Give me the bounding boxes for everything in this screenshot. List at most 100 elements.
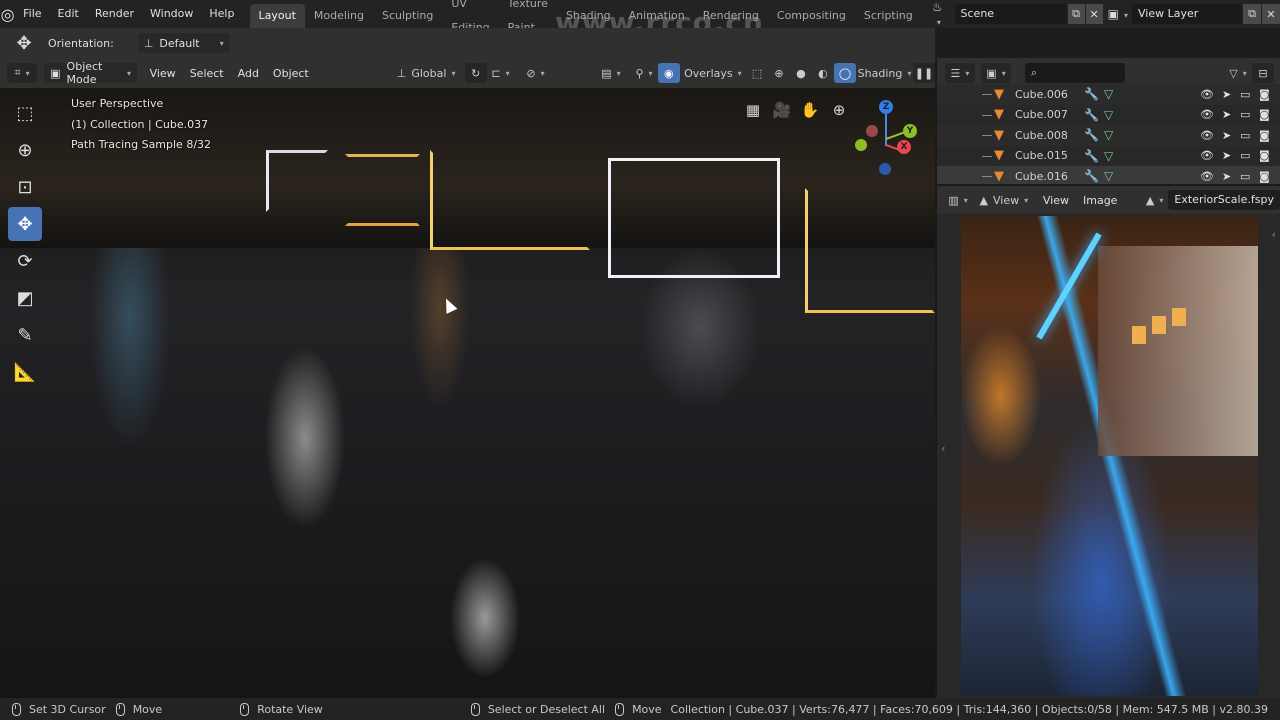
view-layer-selector[interactable]: ▣ ▾ View Layer ⧉ ✕ <box>1108 4 1280 24</box>
gizmo-axis-x[interactable]: X <box>897 140 911 154</box>
selectable-arrow-icon[interactable]: ➤ <box>1222 149 1231 162</box>
move-tool[interactable]: ✥ <box>8 207 42 241</box>
viewport-monitor-icon[interactable]: ▭ <box>1240 88 1250 101</box>
wireframe-shading-button[interactable]: ⊕ <box>768 63 790 83</box>
measure-tool[interactable]: 📐 <box>8 355 42 389</box>
tab-sculpting[interactable]: Sculpting <box>373 4 442 28</box>
viewport-monitor-icon[interactable]: ▭ <box>1240 129 1250 142</box>
mesh-data-icon[interactable]: ▽ <box>1104 128 1113 142</box>
overlays-dropdown[interactable]: Overlays ▾ <box>680 63 746 83</box>
object-name[interactable]: Cube.016 <box>1015 170 1068 183</box>
cursor-tool[interactable]: ⊕ <box>8 133 42 167</box>
delete-view-layer-button[interactable]: ✕ <box>1262 4 1280 24</box>
transform-orientation-dropdown[interactable]: ⊥ Global ▾ <box>393 63 459 83</box>
menu-object[interactable]: Object <box>266 67 316 80</box>
modifier-wrench-icon[interactable]: 🔧 <box>1084 128 1099 142</box>
modifier-wrench-icon[interactable]: 🔧 <box>1084 149 1099 163</box>
image-editor-canvas[interactable]: ‹ ‹ <box>937 214 1280 698</box>
tab-compositing[interactable]: Compositing <box>768 4 855 28</box>
viewport-monitor-icon[interactable]: ▭ <box>1240 108 1250 121</box>
outliner-row[interactable]: ▼ Cube.007 🔧 ▽ 👁 ➤ ▭ ◙ <box>937 105 1280 126</box>
menu-view[interactable]: View <box>1036 194 1076 207</box>
scene-name-field[interactable]: Scene <box>954 4 1067 24</box>
collapse-region-arrow-icon[interactable]: ‹ <box>941 442 945 455</box>
proportional-edit-button[interactable]: ⊘ ▾ <box>522 63 550 83</box>
image-editor-type-button[interactable]: ▥ ▾ <box>944 190 971 210</box>
display-mode-button[interactable]: ▣ ▾ <box>981 63 1011 83</box>
modifier-wrench-icon[interactable]: 🔧 <box>1084 169 1099 183</box>
delete-scene-button[interactable]: ✕ <box>1085 4 1103 24</box>
outliner-row[interactable]: ▼ Cube.015 🔧 ▽ 👁 ➤ ▭ ◙ <box>937 146 1280 167</box>
object-name[interactable]: Cube.006 <box>1015 88 1068 101</box>
object-name[interactable]: Cube.015 <box>1015 149 1068 162</box>
menu-view[interactable]: View <box>143 67 183 80</box>
duplicate-view-layer-button[interactable]: ⧉ <box>1243 4 1261 24</box>
outliner-search-input[interactable]: ⌕ <box>1025 63 1125 83</box>
new-collection-button[interactable]: ⊟ <box>1252 63 1274 83</box>
outliner-row[interactable]: ▼ Cube.006 🔧 ▽ 👁 ➤ ▭ ◙ <box>937 84 1280 105</box>
camera-view-icon[interactable]: 🎥 <box>771 101 793 119</box>
tab-modeling[interactable]: Modeling <box>305 4 373 28</box>
scene-selector[interactable]: ♨▾ Scene ⧉ ✕ <box>932 0 1103 27</box>
image-view-mode-dropdown[interactable]: ▲ View ▾ <box>975 190 1032 210</box>
gizmo-axis-neg-y[interactable] <box>855 139 867 151</box>
orientation-dropdown[interactable]: ⊥ Default ▾ <box>137 33 230 53</box>
mesh-data-icon[interactable]: ▽ <box>1104 169 1113 183</box>
xray-toggle[interactable]: ⬚ <box>746 63 768 83</box>
solid-shading-button[interactable]: ● <box>790 63 812 83</box>
outliner-row[interactable]: ▼ Cube.008 🔧 ▽ 👁 ➤ ▭ ◙ <box>937 125 1280 146</box>
expand-region-arrow-icon[interactable]: ‹ <box>1272 228 1276 241</box>
toggle-camera-grid-icon[interactable]: ▦ <box>742 101 764 119</box>
render-camera-icon[interactable]: ◙ <box>1259 129 1270 142</box>
view-layer-icon[interactable]: ▣ ▾ <box>1108 7 1128 21</box>
rendered-shading-button[interactable]: ◯ <box>833 63 856 83</box>
zoom-view-icon[interactable]: ⊕ <box>828 101 850 119</box>
filter-button[interactable]: ▽ ▾ <box>1224 63 1252 83</box>
outliner-editor-type-button[interactable]: ☰ ▾ <box>945 63 975 83</box>
snap-button[interactable]: ⊏ ▾ <box>487 63 515 83</box>
3d-viewport[interactable]: User Perspective (1) Collection | Cube.0… <box>0 88 935 698</box>
viewport-monitor-icon[interactable]: ▭ <box>1240 149 1250 162</box>
gizmo-axis-z[interactable]: Z <box>879 100 893 114</box>
pause-render-button[interactable]: ❚❚ <box>913 63 935 83</box>
render-camera-icon[interactable]: ◙ <box>1259 108 1270 121</box>
view-layer-name-field[interactable]: View Layer <box>1132 4 1242 24</box>
modifier-wrench-icon[interactable]: 🔧 <box>1084 87 1099 101</box>
browse-image-button[interactable]: ▲ ▾ <box>1141 190 1168 210</box>
visibility-eye-icon[interactable]: 👁 <box>1200 170 1214 183</box>
mesh-data-icon[interactable]: ▽ <box>1104 149 1113 163</box>
pivot-point-button[interactable]: ↻ <box>464 63 487 83</box>
viewport-monitor-icon[interactable]: ▭ <box>1240 170 1250 183</box>
menu-image[interactable]: Image <box>1076 194 1124 207</box>
mesh-data-icon[interactable]: ▽ <box>1104 108 1113 122</box>
render-camera-icon[interactable]: ◙ <box>1259 149 1270 162</box>
visibility-eye-icon[interactable]: 👁 <box>1200 88 1214 101</box>
modifier-wrench-icon[interactable]: 🔧 <box>1084 108 1099 122</box>
object-types-button[interactable]: ▤ ▾ <box>597 63 625 83</box>
transform-tool[interactable]: ⊡ <box>8 170 42 204</box>
annotate-tool[interactable]: ✎ <box>8 318 42 352</box>
image-name-field[interactable]: ExteriorScale.fspy <box>1168 190 1280 210</box>
menu-edit[interactable]: Edit <box>50 0 87 28</box>
tab-layout[interactable]: Layout <box>249 4 305 28</box>
menu-window[interactable]: Window <box>142 0 201 28</box>
menu-render[interactable]: Render <box>87 0 142 28</box>
blender-logo-icon[interactable]: ◎ <box>0 0 15 28</box>
gizmo-axis-neg-x[interactable] <box>866 125 878 137</box>
gizmo-axis-neg-z[interactable] <box>879 163 891 175</box>
object-name[interactable]: Cube.007 <box>1015 108 1068 121</box>
visibility-eye-icon[interactable]: 👁 <box>1200 129 1214 142</box>
tab-scripting[interactable]: Scripting <box>855 4 922 28</box>
menu-add[interactable]: Add <box>231 67 266 80</box>
gizmo-axis-y[interactable]: Y <box>903 124 917 138</box>
selectable-arrow-icon[interactable]: ➤ <box>1222 170 1231 183</box>
mode-dropdown[interactable]: ▣ Object Mode ▾ <box>44 60 138 86</box>
scene-icon[interactable]: ♨▾ <box>932 0 951 28</box>
visibility-eye-icon[interactable]: 👁 <box>1200 149 1214 162</box>
overlays-toggle[interactable]: ◉ <box>657 63 680 83</box>
select-box-tool[interactable]: ⬚ <box>8 96 42 130</box>
render-camera-icon[interactable]: ◙ <box>1259 88 1270 101</box>
selectable-arrow-icon[interactable]: ➤ <box>1222 88 1231 101</box>
selectable-arrow-icon[interactable]: ➤ <box>1222 129 1231 142</box>
gizmos-button[interactable]: ⚲ ▾ <box>630 63 658 83</box>
